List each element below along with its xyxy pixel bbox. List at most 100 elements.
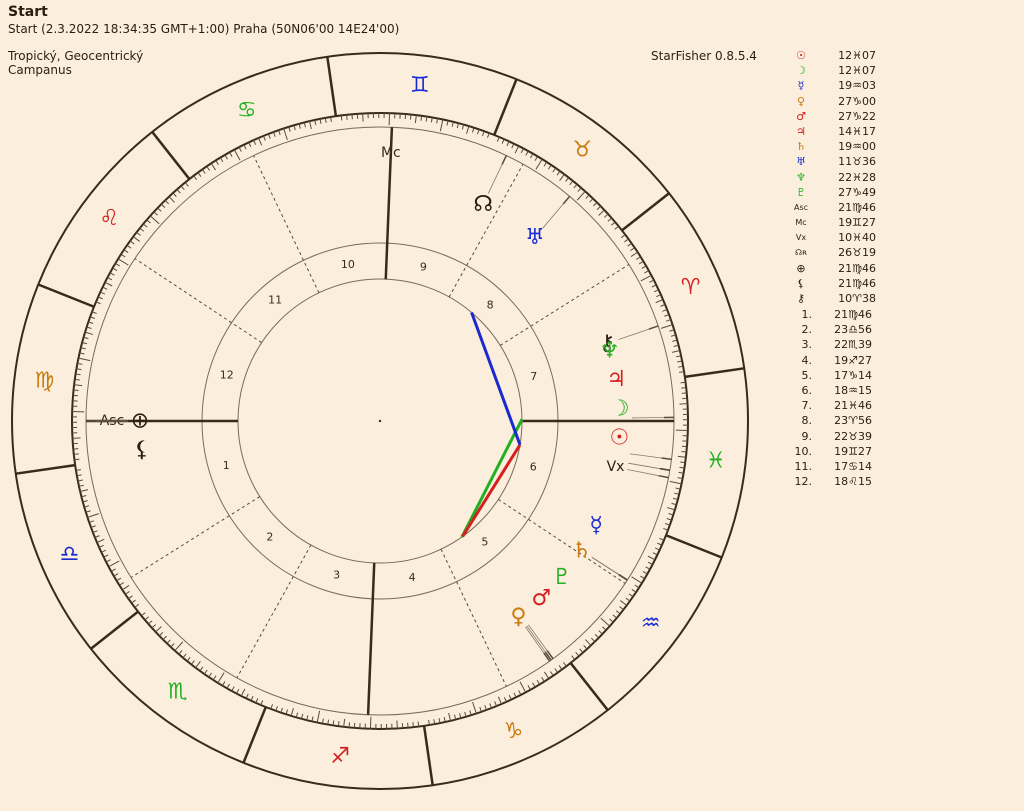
degree-tick (95, 301, 101, 305)
degree-tick (677, 455, 686, 458)
degree-tick (141, 612, 146, 617)
degree-tick (155, 626, 162, 633)
degree-tick (518, 690, 522, 696)
planet-position: 27♑49 (838, 185, 876, 199)
virgo-sign-icon: ♍ (34, 369, 54, 394)
degree-tick (120, 253, 126, 258)
degree-tick (607, 217, 612, 222)
house-position: 23♎56 (834, 323, 872, 337)
house-number: 9. (801, 429, 813, 443)
house-number: 12. (794, 475, 813, 489)
degree-tick (585, 194, 590, 199)
planet-position: 21♍46 (838, 261, 876, 275)
planet-position: 27♑22 (838, 109, 876, 123)
degree-tick (136, 231, 141, 236)
degree-tick (346, 114, 348, 120)
degree-tick (258, 137, 263, 146)
planet-row-uranus: ♅ 11♉36 (790, 154, 876, 169)
degree-tick (680, 461, 686, 464)
venus-icon: ♀ (796, 94, 806, 108)
degree-tick (208, 672, 212, 678)
aspect-line-uranus-sun (470, 311, 522, 446)
degree-tick (73, 389, 79, 392)
degree-tick (226, 683, 230, 689)
pluto-icon: ♇ (552, 565, 572, 590)
uranus-marker-tick (562, 195, 571, 205)
degree-tick (343, 718, 346, 727)
degree-tick (655, 299, 664, 304)
house-number-label: 3 (333, 569, 340, 582)
degree-tick (641, 265, 647, 269)
degree-tick (84, 505, 90, 508)
degree-tick (598, 209, 605, 216)
degree-tick (638, 260, 644, 265)
degree-tick (195, 661, 201, 669)
degree-tick (576, 190, 586, 201)
degree-tick (543, 671, 550, 679)
aspect-line-mars-sun (461, 444, 522, 538)
degree-tick (103, 554, 109, 558)
degree-tick (513, 692, 517, 698)
degree-tick (548, 164, 552, 170)
house-row: 8. 23♈56 (790, 413, 873, 428)
degree-tick (255, 698, 259, 704)
moon-marker-tick (659, 467, 670, 472)
part-of-fortune-icon: ⊕ (131, 409, 149, 434)
house-row: 1. 21♍46 (790, 307, 873, 322)
house-row: 5. 17♑14 (790, 368, 873, 383)
planet-position: 10♈38 (838, 292, 876, 305)
degree-tick (604, 213, 609, 218)
house-position: 19♊27 (834, 444, 872, 458)
degree-tick (153, 211, 158, 216)
planet-position: 26♉19 (838, 246, 876, 260)
degree-tick (614, 225, 619, 230)
degree-tick (671, 350, 680, 353)
house-row: 4. 19♐27 (790, 353, 873, 368)
degree-tick (116, 577, 122, 582)
house-number-label: 5 (481, 535, 488, 548)
degree-tick (168, 196, 175, 203)
degree-tick (619, 606, 624, 611)
house-cusps-list: 1. 21♍46 2. 23♎56 3. 22♏39 4. 19♐27 5. 17♑14 6. 18♒… (790, 307, 873, 489)
degree-tick (558, 665, 563, 670)
house-number: 3. (801, 338, 813, 352)
degree-tick (680, 381, 686, 384)
house-row: 7. 21♓46 (790, 398, 873, 413)
degree-tick (129, 240, 135, 245)
planet-position: 19♒00 (838, 140, 876, 154)
sign-boundary (90, 610, 139, 650)
planet-row-saturn: ♄ 19♒00 (790, 139, 876, 154)
degree-tick (158, 631, 164, 637)
degree-tick (217, 672, 225, 684)
degree-tick (78, 357, 91, 362)
mars-icon: ♂ (531, 586, 551, 611)
degree-tick (340, 115, 343, 121)
aries-sign-icon: ♈ (681, 275, 701, 300)
saturn-icon: ♄ (572, 538, 592, 563)
degree-tick (631, 576, 643, 584)
degree-tick (628, 593, 634, 598)
degree-tick (105, 559, 111, 563)
degree-tick (80, 489, 89, 492)
planet-row-vertex: Vx 10♓40 (790, 230, 876, 245)
pluto-leader-line (527, 624, 548, 651)
planet-row-mercury: ☿ 19♒03 (790, 78, 876, 93)
house-number-label: 11 (268, 294, 282, 307)
degree-tick (160, 203, 166, 208)
house-position: 17♑14 (834, 368, 872, 382)
house-row: 3. 22♏39 (790, 337, 873, 352)
degree-tick (472, 701, 477, 714)
degree-tick (634, 584, 640, 589)
sign-boundary (37, 283, 95, 308)
degree-tick (649, 279, 655, 283)
sign-boundary (493, 78, 518, 136)
aquarius-sign-icon: ♒ (641, 611, 661, 636)
house-number: 7. (801, 399, 813, 413)
degree-tick (552, 167, 557, 173)
degree-tick (182, 653, 187, 659)
degree-tick (260, 700, 264, 706)
pisces-sign-icon: ♓ (706, 448, 726, 473)
degree-tick (620, 600, 628, 606)
degree-tick (620, 234, 626, 239)
north-node-icon: ☊ (473, 192, 493, 217)
